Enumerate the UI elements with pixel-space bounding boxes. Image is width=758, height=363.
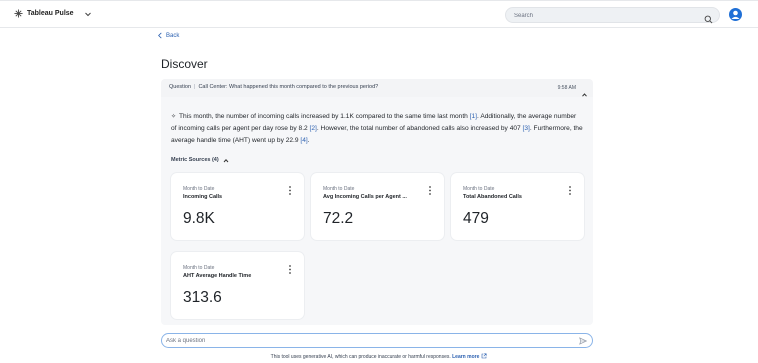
- question-line: Question | Call Center: What happened this…: [169, 84, 379, 90]
- answer-summary: ✧ This month, the number of incoming call…: [171, 111, 583, 147]
- answer-text-3: . However, the total number of abandoned…: [316, 125, 523, 132]
- search-icon[interactable]: [704, 11, 713, 24]
- more-options-icon[interactable]: [568, 185, 572, 196]
- metric-period: Month to Date: [183, 186, 215, 192]
- ask-question-input[interactable]: [166, 336, 566, 346]
- answer-text-1: This month, the number of incoming calls…: [179, 113, 470, 120]
- chevron-left-icon: [158, 32, 162, 39]
- app-name: Tableau Pulse: [27, 10, 74, 17]
- reference-link-3[interactable]: [3]: [523, 125, 530, 132]
- tableau-logo-icon: [14, 9, 23, 18]
- chevron-down-icon[interactable]: [84, 10, 92, 18]
- more-options-icon[interactable]: [288, 264, 292, 275]
- chevron-up-icon: [223, 158, 229, 162]
- metric-card-incoming-calls[interactable]: Month to Date Incoming Calls 9.8K: [171, 173, 304, 240]
- user-avatar-icon[interactable]: [729, 8, 742, 21]
- metric-value: 72.2: [323, 210, 354, 227]
- search-input[interactable]: [514, 10, 694, 21]
- reference-link-1[interactable]: [1]: [470, 113, 477, 120]
- disclaimer-text: This tool uses generative AI, which can …: [270, 354, 453, 360]
- reference-link-2[interactable]: [2]: [310, 125, 317, 132]
- metric-value: 313.6: [183, 289, 222, 306]
- send-icon[interactable]: [579, 337, 587, 345]
- back-label: Back: [166, 32, 180, 39]
- ask-question-box[interactable]: [161, 333, 593, 348]
- metric-sources-toggle[interactable]: Metric Sources (4): [171, 157, 229, 163]
- more-options-icon[interactable]: [428, 185, 432, 196]
- reference-link-4[interactable]: [4]: [300, 137, 307, 144]
- metric-period: Month to Date: [183, 265, 215, 271]
- metric-period: Month to Date: [323, 186, 355, 192]
- top-bar: Tableau Pulse: [0, 0, 758, 28]
- app-switcher[interactable]: Tableau Pulse: [14, 9, 92, 18]
- metric-sources-label: Metric Sources (4): [171, 157, 219, 163]
- ai-disclaimer: This tool uses generative AI, which can …: [0, 353, 758, 360]
- metric-card-aht[interactable]: Month to Date AHT Average Handle Time 31…: [171, 252, 304, 319]
- learn-more-link[interactable]: Learn more: [452, 354, 479, 360]
- metric-name: Incoming Calls: [183, 194, 223, 200]
- metric-name: Total Abandoned Calls: [463, 194, 522, 200]
- question-text: Call Center: What happened this month co…: [198, 84, 379, 90]
- question-timestamp: 9:58 AM: [557, 85, 576, 91]
- chevron-up-icon[interactable]: [581, 85, 588, 97]
- metric-value: 479: [463, 210, 489, 227]
- search-box[interactable]: [505, 7, 720, 24]
- back-link[interactable]: Back: [157, 32, 179, 39]
- metric-value: 9.8K: [183, 210, 215, 227]
- sparkle-icon: ✧: [171, 114, 177, 120]
- more-options-icon[interactable]: [288, 185, 292, 196]
- question-tag: Question: [169, 84, 192, 90]
- metric-name: AHT Average Handle Time: [183, 273, 252, 279]
- answer-panel: ✧ This month, the number of incoming call…: [161, 97, 593, 325]
- metric-name: Avg Incoming Calls per Agent ...: [323, 194, 407, 200]
- external-link-icon[interactable]: [481, 353, 487, 359]
- page-title: Discover: [161, 57, 208, 71]
- metric-period: Month to Date: [463, 186, 495, 192]
- metric-card-abandoned-calls[interactable]: Month to Date Total Abandoned Calls 479: [451, 173, 584, 240]
- answer-text-5: .: [307, 137, 310, 144]
- metric-card-avg-incoming-calls[interactable]: Month to Date Avg Incoming Calls per Age…: [311, 173, 444, 240]
- question-header: Question | Call Center: What happened this…: [161, 79, 593, 97]
